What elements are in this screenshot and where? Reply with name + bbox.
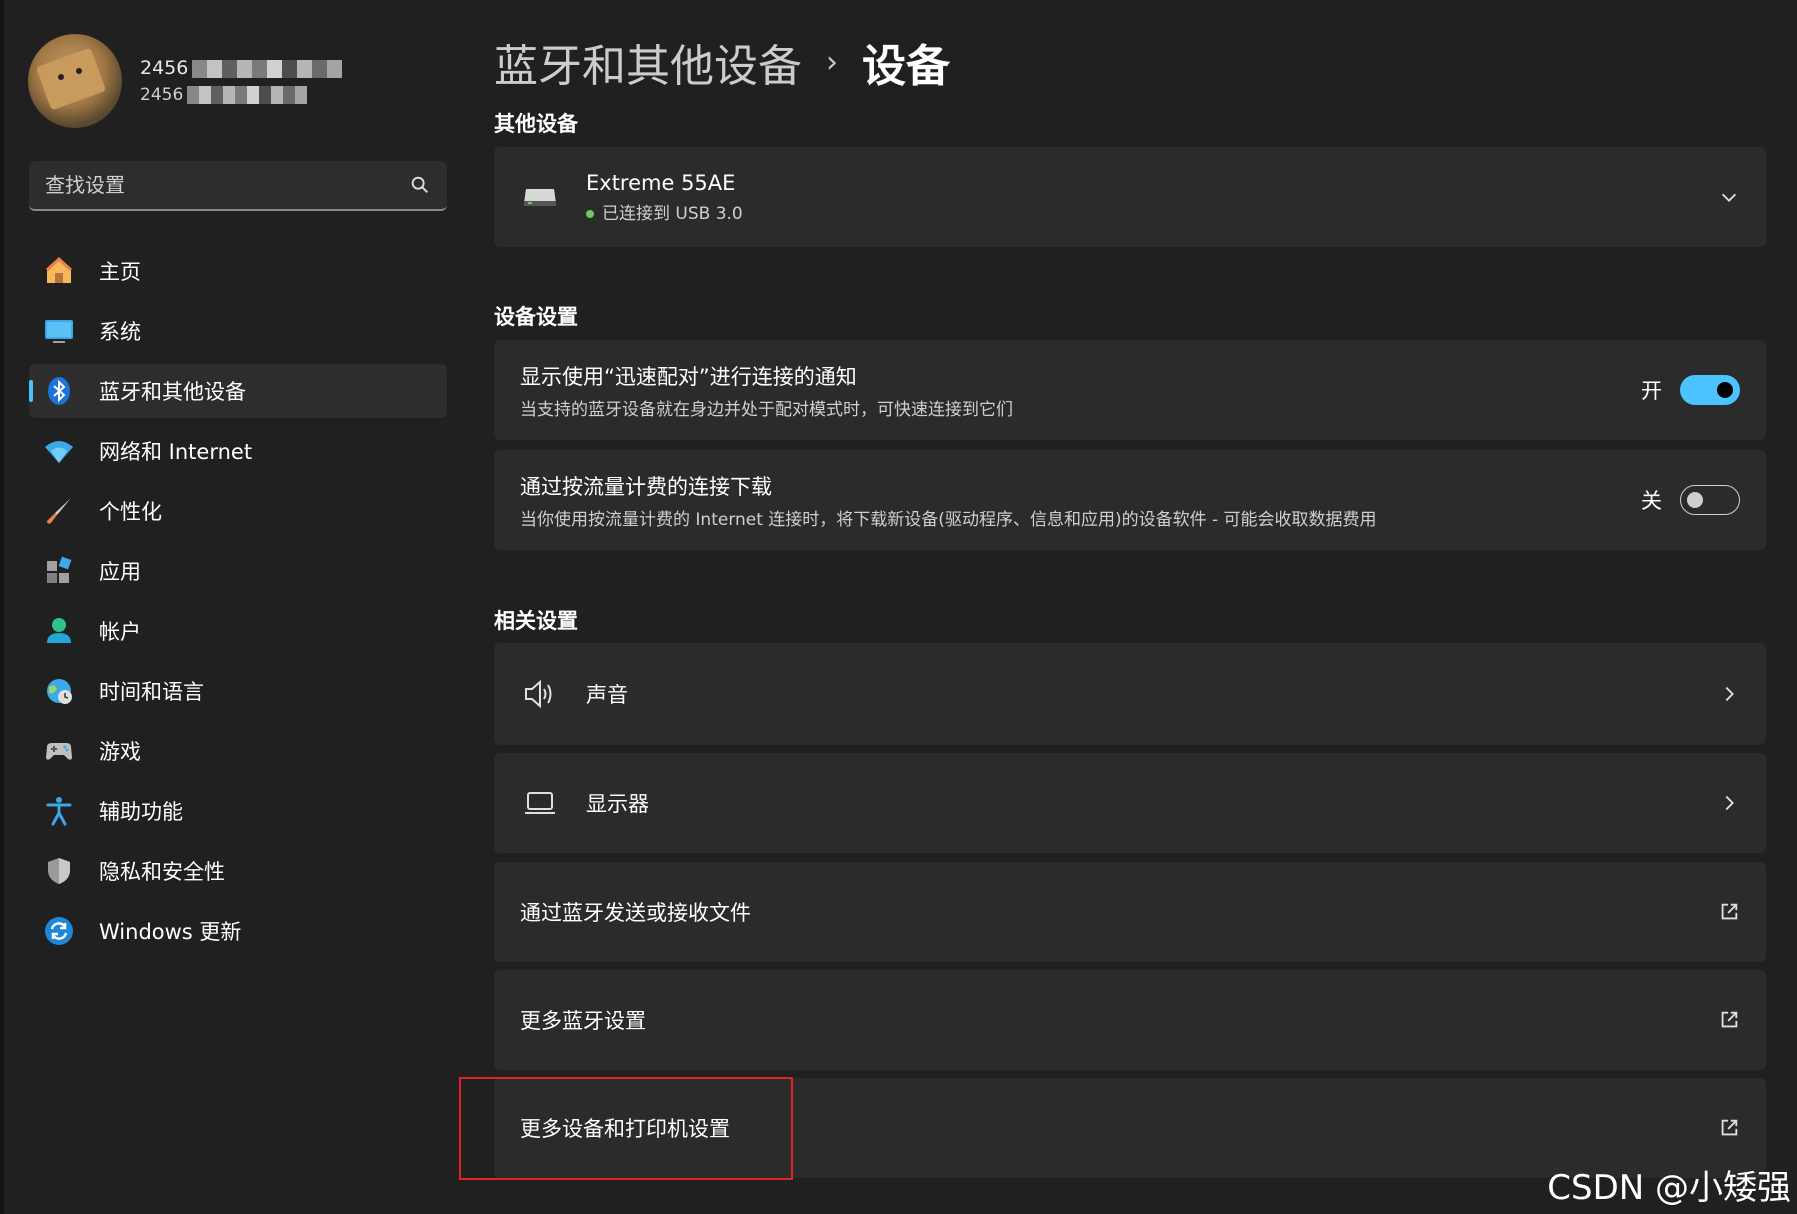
sidebar-item-label: 系统 [99, 320, 141, 344]
home-icon [43, 255, 75, 287]
metered-state: 关 [1641, 489, 1662, 513]
swift-pair-state: 开 [1641, 379, 1662, 403]
globe-clock-icon [43, 675, 75, 707]
swift-pair-toggle[interactable] [1680, 375, 1740, 405]
metered-desc: 当你使用按流量计费的 Internet 连接时，将下载新设备(驱动程序、信息和应… [520, 509, 1377, 530]
sidebar-item-apps[interactable]: 应用 [29, 544, 447, 598]
avatar[interactable] [28, 34, 122, 128]
external-link-icon [1721, 903, 1738, 920]
sidebar-item-privacy[interactable]: 隐私和安全性 [29, 844, 447, 898]
swift-pair-card: 显示使用“迅速配对”进行连接的通知 当支持的蓝牙设备就在身边并处于配对模式时，可… [494, 340, 1766, 440]
search-box[interactable] [29, 161, 447, 211]
search-icon[interactable] [409, 174, 431, 196]
sidebar-item-label: 时间和语言 [99, 680, 204, 704]
sidebar-item-system[interactable]: 系统 [29, 304, 447, 358]
related-more-bt-label: 更多蓝牙设置 [520, 1009, 646, 1033]
sidebar-item-home[interactable]: 主页 [29, 244, 447, 298]
laptop-icon [520, 783, 560, 823]
external-link-icon [1721, 1119, 1738, 1136]
chevron-right-icon [1725, 686, 1734, 702]
sidebar-item-label: Windows 更新 [99, 920, 242, 944]
sidebar-item-personalization[interactable]: 个性化 [29, 484, 447, 538]
brush-icon [43, 495, 75, 527]
chevron-down-icon[interactable] [1718, 186, 1740, 208]
sidebar-item-label: 主页 [99, 260, 141, 284]
gamepad-icon [43, 735, 75, 767]
sidebar-item-accessibility[interactable]: 辅助功能 [29, 784, 447, 838]
sidebar-item-label: 辅助功能 [99, 800, 183, 824]
page-title: 设备 [862, 41, 950, 92]
swift-pair-desc: 当支持的蓝牙设备就在身边并处于配对模式时，可快速连接到它们 [520, 399, 1013, 420]
device-status: 已连接到 USB 3.0 [586, 199, 1718, 224]
related-more-bt[interactable]: 更多蓝牙设置 [494, 970, 1766, 1070]
metered-title: 通过按流量计费的连接下载 [520, 474, 772, 499]
system-icon [43, 315, 75, 347]
connected-dot-icon [586, 209, 594, 218]
settings-window: 2456 2456 主页 [0, 0, 1797, 1214]
sidebar-item-label: 个性化 [99, 500, 162, 524]
device-card[interactable]: Extreme 55AE 已连接到 USB 3.0 [494, 147, 1766, 247]
sidebar-item-label: 应用 [99, 560, 141, 584]
account-icon [43, 615, 75, 647]
sidebar-item-label: 游戏 [99, 740, 141, 764]
sidebar-item-time-language[interactable]: 时间和语言 [29, 664, 447, 718]
related-display-label: 显示器 [586, 792, 649, 816]
user-profile[interactable]: 2456 2456 [28, 34, 343, 128]
bluetooth-icon [43, 375, 75, 407]
accessibility-icon [43, 795, 75, 827]
name-mosaic [192, 59, 343, 78]
sidebar-item-label: 蓝牙和其他设备 [99, 380, 246, 404]
annotation-highlight-box [459, 1077, 793, 1180]
breadcrumb-parent[interactable]: 蓝牙和其他设备 [494, 30, 802, 94]
section-other-devices: 其他设备 [494, 112, 578, 136]
breadcrumb: 蓝牙和其他设备 › 设备 [494, 30, 950, 94]
sidebar-item-windows-update[interactable]: Windows 更新 [29, 904, 447, 958]
apps-icon [43, 555, 75, 587]
profile-email: 2456 [140, 85, 342, 105]
chevron-right-icon [1725, 795, 1734, 811]
drive-icon [520, 177, 560, 217]
shield-icon [43, 855, 75, 887]
email-mosaic [187, 86, 308, 104]
wifi-icon [43, 435, 75, 467]
sidebar-item-label: 帐户 [99, 620, 141, 644]
update-icon [43, 915, 75, 947]
section-related-settings: 相关设置 [494, 609, 578, 633]
sidebar-item-bluetooth[interactable]: 蓝牙和其他设备 [29, 364, 447, 418]
profile-name: 2456 [140, 57, 343, 79]
watermark: CSDN @小矮强 [1547, 1168, 1791, 1208]
related-display[interactable]: 显示器 [494, 753, 1766, 853]
external-link-icon [1721, 1011, 1738, 1028]
search-input[interactable] [45, 173, 409, 197]
sidebar-item-network[interactable]: 网络和 Internet [29, 424, 447, 478]
related-sound[interactable]: 声音 [494, 643, 1766, 745]
sidebar-nav: 主页 系统 蓝牙和其他设备 网络和 Internet 个性化 应用 帐户 时间和… [29, 244, 447, 964]
metered-download-card: 通过按流量计费的连接下载 当你使用按流量计费的 Internet 连接时，将下载… [494, 450, 1766, 550]
device-name: Extreme 55AE [586, 170, 736, 195]
sidebar-item-label: 网络和 Internet [99, 440, 253, 464]
swift-pair-title: 显示使用“迅速配对”进行连接的通知 [520, 364, 857, 389]
breadcrumb-separator-icon: › [826, 44, 838, 80]
sidebar-item-gaming[interactable]: 游戏 [29, 724, 447, 778]
sidebar: 2456 2456 主页 [0, 0, 460, 1214]
sidebar-item-accounts[interactable]: 帐户 [29, 604, 447, 658]
section-device-settings: 设备设置 [494, 305, 578, 329]
speaker-icon [520, 674, 560, 714]
sidebar-item-label: 隐私和安全性 [99, 860, 225, 884]
related-sound-label: 声音 [586, 683, 628, 707]
metered-toggle[interactable] [1680, 485, 1740, 515]
related-bt-files[interactable]: 通过蓝牙发送或接收文件 [494, 862, 1766, 962]
related-bt-files-label: 通过蓝牙发送或接收文件 [520, 901, 751, 925]
